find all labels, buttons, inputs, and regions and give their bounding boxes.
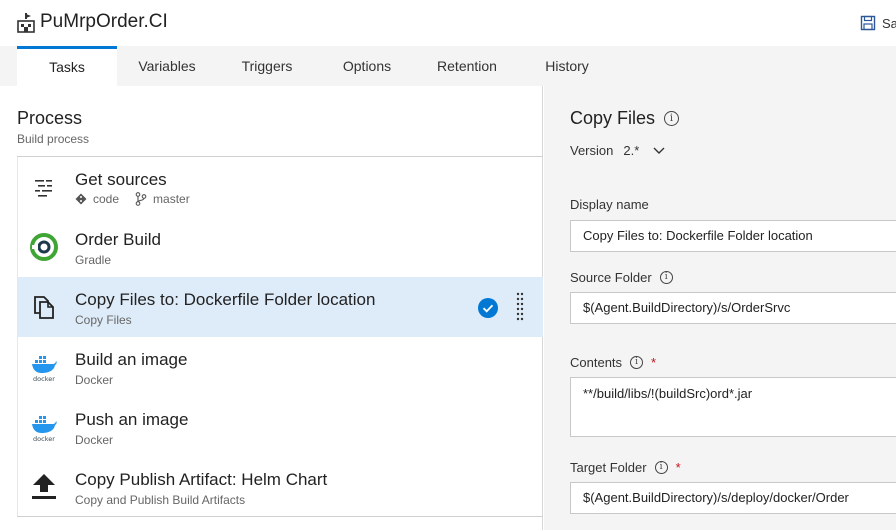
task-name: Get sources (75, 170, 167, 189)
details-title: Copy Files (570, 108, 656, 128)
tab-tasks[interactable]: Tasks (17, 46, 117, 86)
save-icon (860, 15, 876, 31)
branch-icon (135, 192, 147, 206)
version-value: 2.* (623, 143, 640, 158)
info-icon[interactable]: i (654, 461, 668, 474)
task-name: Push an image (75, 410, 189, 429)
repo-name: code (93, 192, 120, 206)
task-name: Build an image (75, 350, 188, 369)
docker-wordmark: docker (33, 375, 55, 382)
git-repo-icon (75, 193, 87, 205)
get-sources-icon (35, 180, 52, 197)
chevron-down-icon (653, 147, 665, 154)
process-subtitle: Build process (17, 132, 90, 146)
branch-info: master (135, 192, 190, 206)
copy-files-icon (34, 296, 54, 319)
version-selector[interactable]: Version 2.* (570, 143, 665, 158)
task-type: Copy Files (75, 313, 132, 327)
task-get-sources[interactable]: Get sources code master (18, 157, 543, 217)
tab-retention[interactable]: Retention (425, 46, 509, 86)
display-name-field[interactable]: Copy Files to: Dockerfile Folder locatio… (570, 220, 896, 252)
task-name: Order Build (75, 230, 161, 249)
details-header: Copy Files i (570, 108, 680, 129)
task-type: Copy and Publish Build Artifacts (75, 493, 246, 507)
tab-bar: Tasks Variables Triggers Options Retenti… (0, 46, 896, 86)
docker-icon: docker (32, 356, 57, 382)
task-publish-artifact[interactable]: Copy Publish Artifact: Helm Chart Copy a… (18, 457, 543, 517)
task-name: Copy Files to: Dockerfile Folder locatio… (75, 290, 376, 309)
display-name-label: Display name (570, 197, 649, 212)
required-marker: * (651, 355, 657, 370)
build-pipeline-icon (17, 13, 35, 33)
repo-info: code (75, 192, 119, 206)
task-enabled-check-icon[interactable] (478, 298, 498, 318)
source-folder-field[interactable]: $(Agent.BuildDirectory)/s/OrderSrvc (570, 292, 896, 324)
tab-history[interactable]: History (530, 46, 604, 86)
task-type: Gradle (75, 253, 112, 267)
contents-label: Contents i * (570, 355, 657, 370)
branch-name: master (153, 192, 190, 206)
docker-icon: docker (32, 416, 57, 442)
info-icon[interactable]: i (630, 356, 644, 369)
task-list: Get sources code master Order Build Grad… (17, 157, 543, 517)
task-order-build[interactable]: Order Build Gradle (18, 217, 543, 277)
info-icon[interactable]: i (664, 111, 680, 126)
save-button[interactable]: Sa (860, 15, 896, 31)
upload-icon (32, 474, 56, 499)
header-bar: PuMrpOrder.CI Sa (0, 0, 896, 46)
gradle-icon (30, 233, 58, 261)
task-details-panel: Copy Files i Version 2.* Display name Co… (544, 86, 896, 530)
divider (17, 516, 543, 517)
tab-triggers[interactable]: Triggers (227, 46, 307, 86)
tab-variables[interactable]: Variables (122, 46, 212, 86)
version-label: Version (570, 143, 614, 158)
target-folder-field[interactable]: $(Agent.BuildDirectory)/s/deploy/docker/… (570, 482, 896, 514)
docker-wordmark: docker (33, 435, 55, 442)
source-folder-label: Source Folder i (570, 270, 673, 285)
info-icon[interactable]: i (659, 271, 673, 284)
process-title[interactable]: Process (17, 108, 82, 129)
drag-handle-icon[interactable] (515, 291, 525, 323)
contents-textarea[interactable]: **/build/libs/!(buildSrc)ord*.jar (570, 377, 896, 437)
task-type: Docker (75, 373, 114, 387)
task-name: Copy Publish Artifact: Helm Chart (75, 470, 328, 489)
tab-options[interactable]: Options (328, 46, 406, 86)
process-panel: Process Build process Get sources code m… (0, 86, 543, 530)
task-type: Docker (75, 433, 114, 447)
task-push-image[interactable]: docker Push an image Docker (18, 397, 543, 457)
task-copy-files[interactable]: Copy Files to: Dockerfile Folder locatio… (18, 277, 543, 337)
pipeline-title: PuMrpOrder.CI (40, 11, 168, 32)
target-folder-label: Target Folder i * (570, 460, 681, 475)
required-marker: * (675, 460, 681, 475)
task-build-image[interactable]: docker Build an image Docker (18, 337, 543, 397)
save-label: Sa (882, 15, 896, 31)
